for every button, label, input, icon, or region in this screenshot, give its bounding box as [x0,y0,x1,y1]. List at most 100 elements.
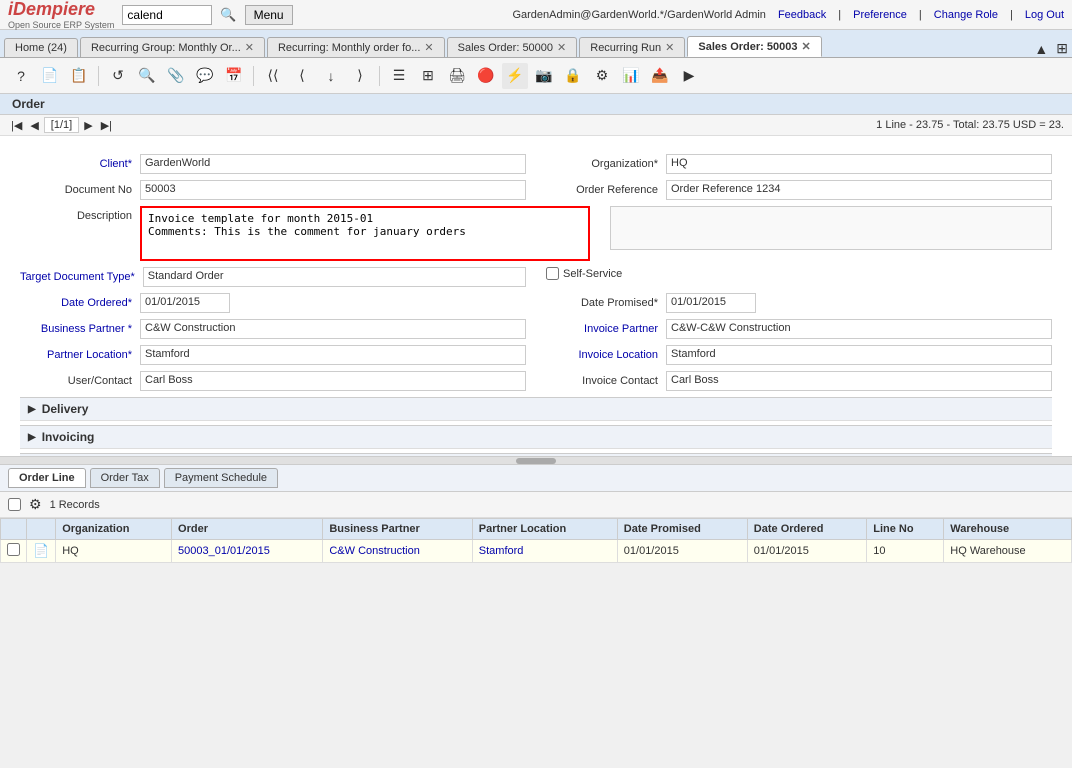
col-partner-location[interactable]: Partner Location [472,519,617,540]
export-button[interactable]: 📤 [647,63,673,89]
business-partner-label[interactable]: Business Partner * [20,323,140,335]
tab-recurring-run[interactable]: Recurring Run ✕ [579,37,685,57]
self-service-checkbox[interactable] [546,267,559,280]
expand-icon[interactable]: ⊞ [1052,40,1072,57]
tab-recurring-monthly-close[interactable]: ✕ [424,41,433,54]
row-business-partner[interactable]: C&W Construction [323,540,472,563]
preference-link[interactable]: Preference [853,9,907,21]
help-button[interactable]: ? [8,63,34,89]
org-value[interactable]: HQ [666,154,1052,174]
find-button[interactable]: 🔍 [134,63,160,89]
search-icon[interactable]: 🔍 [220,7,236,23]
date-promised-label[interactable]: Date Promised* [546,297,666,309]
chat-button[interactable]: 💬 [192,63,218,89]
user-contact-value[interactable]: Carl Boss [140,371,526,391]
calendar-button[interactable]: 📅 [221,63,247,89]
print-button[interactable]: 🖨 [444,63,470,89]
scroll-thumb[interactable] [516,458,556,464]
tab-recurring-monthly[interactable]: Recurring: Monthly order fo... ✕ [267,37,445,57]
tab-order-line[interactable]: Order Line [8,468,86,488]
partner-location-label[interactable]: Partner Location* [20,349,140,361]
photo-button[interactable]: 📷 [531,63,557,89]
table-row[interactable]: 📄 HQ 50003_01/01/2015 C&W Construction S… [1,540,1072,563]
prev-page-button[interactable]: ◀ [27,118,41,133]
target-doc-label[interactable]: Target Document Type* [20,271,143,283]
col-line-no[interactable]: Line No [867,519,944,540]
sep2 [253,66,254,86]
tab-payment-schedule[interactable]: Payment Schedule [164,468,278,488]
tab-sales-order-50003-close[interactable]: ✕ [801,40,810,53]
date-ordered-label[interactable]: Date Ordered* [20,297,140,309]
prev-button[interactable]: ⟨ [289,63,315,89]
delivery-header[interactable]: ▶ Delivery [20,398,1052,421]
grid-view-button[interactable]: ⊞ [415,63,441,89]
next-button[interactable]: ⟩ [347,63,373,89]
search-input[interactable] [122,5,212,25]
tab-recurring-group[interactable]: Recurring Group: Monthly Or... ✕ [80,37,265,57]
invoice-location-value[interactable]: Stamford [666,345,1052,365]
self-service-label[interactable]: Self-Service [546,267,622,280]
user-info: GardenAdmin@GardenWorld.*/GardenWorld Ad… [512,9,766,21]
next-page-button[interactable]: ▶ [81,118,95,133]
col-business-partner[interactable]: Business Partner [323,519,472,540]
collapse-icon[interactable]: ▲ [1030,41,1052,57]
invoice-partner-value[interactable]: C&W-C&W Construction [666,319,1052,339]
col-order[interactable]: Order [172,519,323,540]
client-value[interactable]: GardenWorld [140,154,526,174]
action-button[interactable]: ⚡ [502,63,528,89]
form-view-button[interactable]: ☰ [386,63,412,89]
desc-container: Invoice template for month 2015-01 Comme… [140,206,590,261]
row-order[interactable]: 50003_01/01/2015 [172,540,323,563]
down-button[interactable]: ↓ [318,63,344,89]
chart-button[interactable]: 📊 [618,63,644,89]
scroll-indicator[interactable] [0,456,1072,464]
settings-button[interactable]: ⚙ [589,63,615,89]
invoicing-header[interactable]: ▶ Invoicing [20,426,1052,449]
row-checkbox[interactable] [7,543,20,556]
col-warehouse[interactable]: Warehouse [944,519,1072,540]
lock-button[interactable]: 🔴 [473,63,499,89]
client-label[interactable]: Client* [20,158,140,170]
tab-recurring-group-close[interactable]: ✕ [245,41,254,54]
invoice-partner-label[interactable]: Invoice Partner [546,323,666,335]
date-promised-value[interactable]: 01/01/2015 [666,293,756,313]
tab-order-tax[interactable]: Order Tax [90,468,160,488]
refresh-button[interactable]: ↺ [105,63,131,89]
org-label[interactable]: Organization* [546,158,666,170]
topbar-left: iDempiere Open Source ERP System 🔍 Menu [8,0,293,30]
tab-sales-order-50000[interactable]: Sales Order: 50000 ✕ [447,37,578,57]
tabs: Home (24) Recurring Group: Monthly Or...… [0,30,1072,58]
desc-right-area[interactable] [610,206,1052,250]
new-button[interactable]: 📄 [37,63,63,89]
prev-prev-button[interactable]: ⟨⟨ [260,63,286,89]
business-partner-value[interactable]: C&W Construction [140,319,526,339]
tab-recurring-run-close[interactable]: ✕ [665,41,674,54]
order-ref-value[interactable]: Order Reference 1234 [666,180,1052,200]
partner-location-value[interactable]: Stamford [140,345,526,365]
attach-button[interactable]: 📎 [163,63,189,89]
copy-button[interactable]: 📋 [66,63,92,89]
grid-settings-icon[interactable]: ⚙ [29,496,42,513]
zoom-button[interactable]: 🔒 [560,63,586,89]
docno-value[interactable]: 50003 [140,180,526,200]
tab-sales-order-50003[interactable]: Sales Order: 50003 ✕ [687,36,821,57]
col-date-ordered[interactable]: Date Ordered [747,519,866,540]
first-page-button[interactable]: |◀ [8,118,25,133]
change-role-link[interactable]: Change Role [934,9,998,21]
last-page-button[interactable]: ▶| [98,118,115,133]
grid-select-all[interactable] [8,498,21,511]
log-out-link[interactable]: Log Out [1025,9,1064,21]
tab-home[interactable]: Home (24) [4,38,78,57]
col-date-promised[interactable]: Date Promised [617,519,747,540]
feedback-link[interactable]: Feedback [778,9,826,21]
invoice-contact-value[interactable]: Carl Boss [666,371,1052,391]
tab-sales-order-50000-close[interactable]: ✕ [557,41,566,54]
date-ordered-value[interactable]: 01/01/2015 [140,293,230,313]
menu-button[interactable]: Menu [245,5,293,25]
desc-value[interactable]: Invoice template for month 2015-01 Comme… [144,210,586,254]
invoice-location-label[interactable]: Invoice Location [546,349,666,361]
col-organization[interactable]: Organization [56,519,172,540]
target-doc-value[interactable]: Standard Order [143,267,526,287]
more-button[interactable]: ▶ [676,63,702,89]
row-partner-location[interactable]: Stamford [472,540,617,563]
